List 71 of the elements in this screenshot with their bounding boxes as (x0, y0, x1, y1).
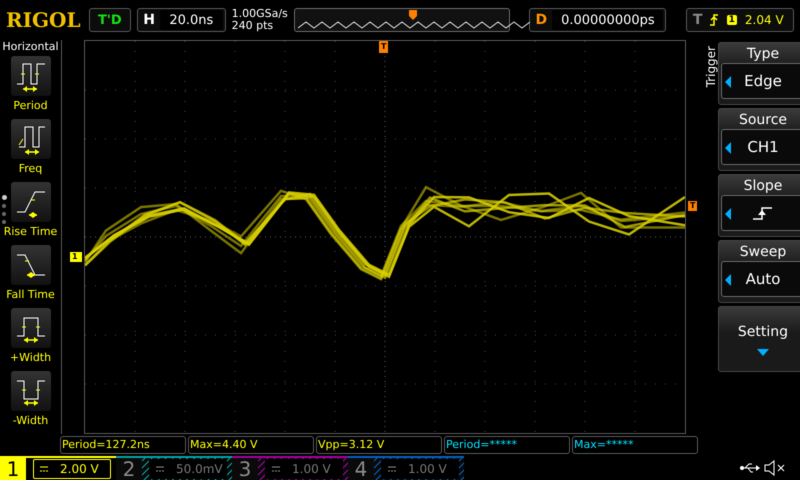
measurement-readout: Max=***** (572, 436, 698, 454)
trigger-position-icon (408, 10, 417, 20)
menu-item[interactable]: Type Edge (718, 42, 800, 105)
menu-value[interactable]: Edge (721, 63, 800, 99)
coupling-icon (40, 466, 48, 472)
negative-width-icon[interactable] (10, 371, 50, 411)
measure-label: Period (13, 99, 48, 112)
measure-label: Freq (18, 162, 42, 175)
selector-arrow-icon (725, 274, 731, 286)
dropdown-arrow-icon (757, 349, 769, 356)
menu-item[interactable]: Setting (718, 306, 800, 372)
page-dot[interactable] (2, 212, 6, 216)
slope-value[interactable] (721, 195, 800, 231)
positive-width-icon[interactable] (10, 308, 50, 348)
coupling-icon (388, 466, 396, 472)
menu-value[interactable]: CH1 (721, 129, 800, 165)
channel-marker[interactable]: 1 (70, 252, 82, 262)
brand-logo: RIGOL (6, 7, 81, 33)
channel-scale[interactable]: 1.00 V (265, 459, 343, 479)
measurement-readout: Period=***** (444, 436, 570, 454)
channel-tab[interactable]: 3 1.00 V (232, 456, 348, 480)
trigger-position-marker[interactable]: T (379, 41, 388, 53)
fall-time-icon[interactable] (10, 245, 50, 285)
channel-number[interactable]: 2 (116, 458, 142, 480)
coupling-icon (156, 466, 164, 472)
menu-item[interactable]: Source CH1 (718, 108, 800, 171)
sample-rate: 1.00GSa/s (232, 8, 288, 20)
menu-value[interactable]: Auto (721, 261, 800, 297)
measurement-readout: Max=4.40 V (188, 436, 314, 454)
usb-icon (740, 463, 760, 473)
channel-number[interactable]: 1 (0, 458, 26, 480)
selector-arrow-icon (725, 76, 731, 88)
menu-item[interactable]: Sweep Auto (718, 240, 800, 303)
rising-edge-icon (753, 206, 773, 220)
coupling-icon (272, 466, 280, 472)
channel-tab[interactable]: 4 1.00 V (348, 456, 464, 480)
timebase-panel[interactable]: H 20.0ns (137, 8, 226, 32)
menu-title: Trigger (704, 46, 718, 88)
menu-item[interactable]: Slope (718, 174, 800, 237)
trigger-level: 2.04 V (744, 13, 784, 27)
menu-title: Horizontal (2, 40, 59, 53)
channel-tab[interactable]: 2 50.0mV (116, 456, 232, 480)
trigger-level-marker[interactable]: T (688, 201, 698, 211)
channel-scale[interactable]: 50.0mV (149, 459, 227, 479)
measurement-readout: Vpp=3.12 V (316, 436, 442, 454)
frequency-icon[interactable] (10, 119, 50, 159)
memory-depth: 240 pts (232, 20, 274, 32)
overview-wave-icon (298, 21, 530, 29)
measurement-readout: Period=127.2ns (60, 436, 186, 454)
channel-scale[interactable]: 1.00 V (381, 459, 459, 479)
page-dot[interactable] (2, 195, 7, 200)
period-icon[interactable] (10, 56, 50, 96)
page-dot[interactable] (2, 204, 6, 208)
run-status[interactable]: T'D (88, 8, 132, 32)
trigger-source: 1 (726, 15, 737, 25)
trigger-panel[interactable]: T 1 2.04 V (686, 8, 794, 32)
page-dot[interactable] (2, 220, 6, 224)
measure-label: Fall Time (6, 288, 55, 301)
measure-label: Rise Time (4, 225, 58, 238)
measure-label: +Width (10, 351, 52, 364)
measure-label: -Width (12, 414, 48, 427)
speaker-muted-icon (764, 460, 786, 476)
rise-time-icon[interactable] (10, 182, 50, 222)
channel-number[interactable]: 3 (232, 458, 258, 480)
rising-edge-icon (708, 13, 719, 27)
channel-tab[interactable]: 1 2.00 V (0, 456, 116, 480)
channel-number[interactable]: 4 (348, 458, 374, 480)
delay-panel[interactable]: D 0.00000000ps (529, 8, 666, 32)
selector-arrow-icon (725, 142, 731, 154)
selector-arrow-icon (725, 208, 731, 220)
channel-scale[interactable]: 2.00 V (33, 459, 111, 479)
